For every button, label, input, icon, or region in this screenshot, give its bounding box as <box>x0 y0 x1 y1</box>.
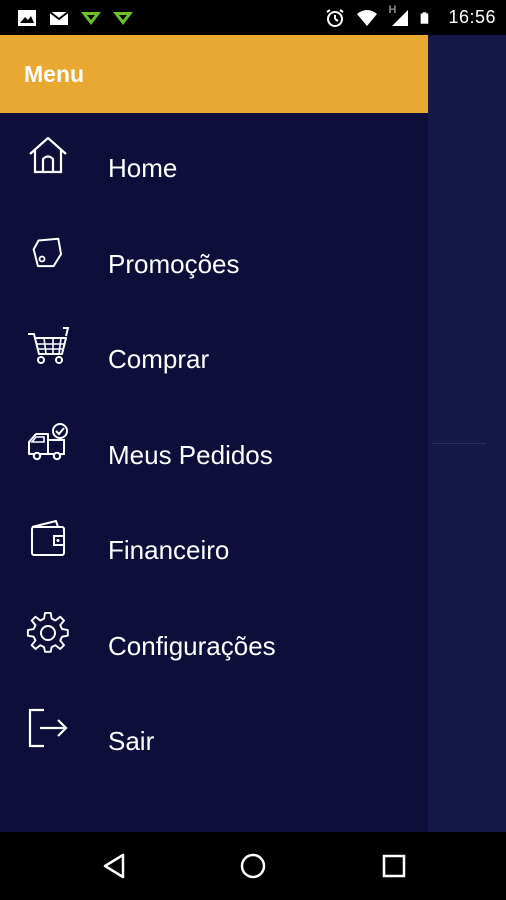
menu-item-sair[interactable]: Sair <box>0 686 428 782</box>
recents-square-icon[interactable] <box>380 852 408 880</box>
menu-item-meus-pedidos[interactable]: Meus Pedidos <box>0 400 428 496</box>
gear-icon <box>26 611 69 653</box>
navigation-drawer: Menu Home Promoções Comprar Meus Pedidos… <box>0 35 428 832</box>
menu-item-label: Configurações <box>108 630 276 661</box>
menu-item-label: Meus Pedidos <box>108 439 273 470</box>
menu-item-label: Sair <box>108 726 155 756</box>
menu-item-configuracoes[interactable]: Configurações <box>0 591 428 687</box>
logout-icon <box>28 708 68 748</box>
menu-item-financeiro[interactable]: Financeiro <box>0 495 428 591</box>
alarm-icon <box>326 8 345 27</box>
image-icon <box>18 9 36 26</box>
home-icon <box>29 136 67 174</box>
notification-icons <box>0 8 134 28</box>
menu-item-comprar[interactable]: Comprar <box>0 304 428 400</box>
navigation-bar <box>0 832 506 900</box>
wifi-icon <box>357 9 378 26</box>
gmail-icon <box>49 10 69 25</box>
battery-icon <box>421 11 429 24</box>
download-arrow-icon <box>81 11 101 25</box>
drawer-header: Menu <box>0 35 428 113</box>
status-bar: H 16:56 <box>0 0 506 35</box>
menu-item-label: Comprar <box>108 344 210 374</box>
system-icons: H 16:56 <box>324 0 496 35</box>
home-circle-icon[interactable] <box>239 852 267 880</box>
network-type-label: H <box>388 3 397 16</box>
wallet-icon <box>31 520 65 556</box>
background-divider <box>432 443 486 444</box>
cart-icon <box>28 327 70 364</box>
back-icon[interactable] <box>101 852 129 880</box>
background-app[interactable] <box>428 35 506 832</box>
menu-item-label: Home <box>108 153 178 183</box>
menu-item-home[interactable]: Home <box>0 113 428 209</box>
delivery-truck-icon <box>28 422 68 460</box>
menu-item-label: Financeiro <box>108 535 230 565</box>
menu-item-promocoes[interactable]: Promoções <box>0 209 428 305</box>
menu-item-label: Promoções <box>108 248 240 279</box>
drawer-menu: Home Promoções Comprar Meus Pedidos Fina… <box>0 113 428 782</box>
tag-icon <box>32 237 63 267</box>
signal-icon: H <box>388 4 410 28</box>
download-arrow-icon <box>113 11 133 25</box>
clock: 16:56 <box>448 7 496 27</box>
drawer-title: Menu <box>24 60 85 87</box>
